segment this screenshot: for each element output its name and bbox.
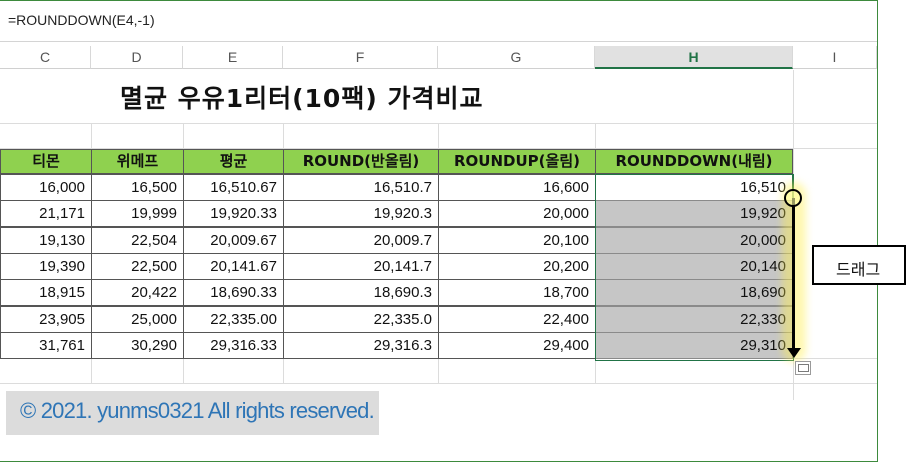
header-cell-wemakeprice[interactable]: 위메프: [91, 149, 184, 174]
cell-round[interactable]: 20,141.7: [283, 253, 439, 280]
cell-rounddown[interactable]: 16,510: [595, 174, 793, 201]
column-header-c[interactable]: C: [0, 46, 91, 69]
header-cell-tmon[interactable]: 티몬: [0, 149, 92, 174]
cell-roundup[interactable]: 29,400: [438, 332, 596, 359]
cell-tmon[interactable]: 23,905: [0, 306, 92, 333]
header-cell-average[interactable]: 평균: [183, 149, 284, 174]
paste-options-icon[interactable]: [795, 361, 811, 375]
sheet-title: 멸균 우유1리터(10팩) 가격비교: [120, 84, 484, 113]
cell-rounddown[interactable]: 19,920: [595, 200, 793, 227]
cell-tmon[interactable]: 18,915: [0, 279, 92, 306]
column-header-e[interactable]: E: [183, 46, 283, 69]
cell-tmon[interactable]: 16,000: [0, 174, 92, 201]
column-headers: C D E F G H I: [0, 46, 877, 70]
column-header-i[interactable]: I: [793, 46, 877, 69]
cell-wemakeprice[interactable]: 22,504: [91, 227, 184, 254]
cell-roundup[interactable]: 20,100: [438, 227, 596, 254]
cell-average[interactable]: 20,009.67: [183, 227, 284, 254]
cell-wemakeprice[interactable]: 16,500: [91, 174, 184, 201]
cell-roundup[interactable]: 22,400: [438, 306, 596, 333]
cell-rounddown[interactable]: 20,140: [595, 253, 793, 280]
drag-arrow-line: [792, 198, 795, 352]
cell-average[interactable]: 19,920.33: [183, 200, 284, 227]
cell-tmon[interactable]: 21,171: [0, 200, 92, 227]
drag-callout: 드래그: [812, 245, 906, 285]
column-header-f[interactable]: F: [283, 46, 438, 69]
cell-rounddown[interactable]: 22,330: [595, 306, 793, 333]
cell-tmon[interactable]: 19,130: [0, 227, 92, 254]
header-cell-roundup[interactable]: ROUNDUP(올림): [438, 149, 596, 174]
column-header-h[interactable]: H: [595, 46, 793, 69]
column-header-g[interactable]: G: [438, 46, 595, 69]
cell-tmon[interactable]: 31,761: [0, 332, 92, 359]
cell-average[interactable]: 16,510.67: [183, 174, 284, 201]
cell-rounddown[interactable]: 29,310: [595, 332, 793, 359]
cell-average[interactable]: 29,316.33: [183, 332, 284, 359]
header-cell-round[interactable]: ROUND(반올림): [283, 149, 439, 174]
spreadsheet-window: =ROUNDDOWN(E4,-1) C D E F G H I 멸균 우유1리터…: [0, 0, 878, 462]
cell-round[interactable]: 18,690.3: [283, 279, 439, 306]
fill-handle-circle-icon[interactable]: [784, 189, 802, 207]
copyright-banner: © 2021. yunms0321 All rights reserved.: [6, 391, 379, 435]
cell-rounddown[interactable]: 20,000: [595, 227, 793, 254]
formula-text[interactable]: =ROUNDDOWN(E4,-1): [8, 12, 155, 28]
cell-round[interactable]: 19,920.3: [283, 200, 439, 227]
drag-callout-text: 드래그: [836, 260, 881, 279]
cell-roundup[interactable]: 18,700: [438, 279, 596, 306]
copyright-text: © 2021. yunms0321 All rights reserved.: [20, 398, 375, 423]
cell-round[interactable]: 22,335.0: [283, 306, 439, 333]
cell-roundup[interactable]: 20,200: [438, 253, 596, 280]
column-header-d[interactable]: D: [91, 46, 183, 69]
cell-roundup[interactable]: 16,600: [438, 174, 596, 201]
cell-wemakeprice[interactable]: 25,000: [91, 306, 184, 333]
cell-wemakeprice[interactable]: 30,290: [91, 332, 184, 359]
cell-wemakeprice[interactable]: 19,999: [91, 200, 184, 227]
header-cell-rounddown[interactable]: ROUNDDOWN(내림): [595, 149, 793, 174]
cell-round[interactable]: 16,510.7: [283, 174, 439, 201]
cell-average[interactable]: 22,335.00: [183, 306, 284, 333]
cell-round[interactable]: 20,009.7: [283, 227, 439, 254]
cell-wemakeprice[interactable]: 22,500: [91, 253, 184, 280]
cell-rounddown[interactable]: 18,690: [595, 279, 793, 306]
cell-average[interactable]: 18,690.33: [183, 279, 284, 306]
formula-bar[interactable]: =ROUNDDOWN(E4,-1): [0, 1, 877, 42]
cell-tmon[interactable]: 19,390: [0, 253, 92, 280]
cell-average[interactable]: 20,141.67: [183, 253, 284, 280]
cell-roundup[interactable]: 20,000: [438, 200, 596, 227]
drag-arrow-head-icon: [787, 348, 801, 358]
cell-wemakeprice[interactable]: 20,422: [91, 279, 184, 306]
cell-round[interactable]: 29,316.3: [283, 332, 439, 359]
